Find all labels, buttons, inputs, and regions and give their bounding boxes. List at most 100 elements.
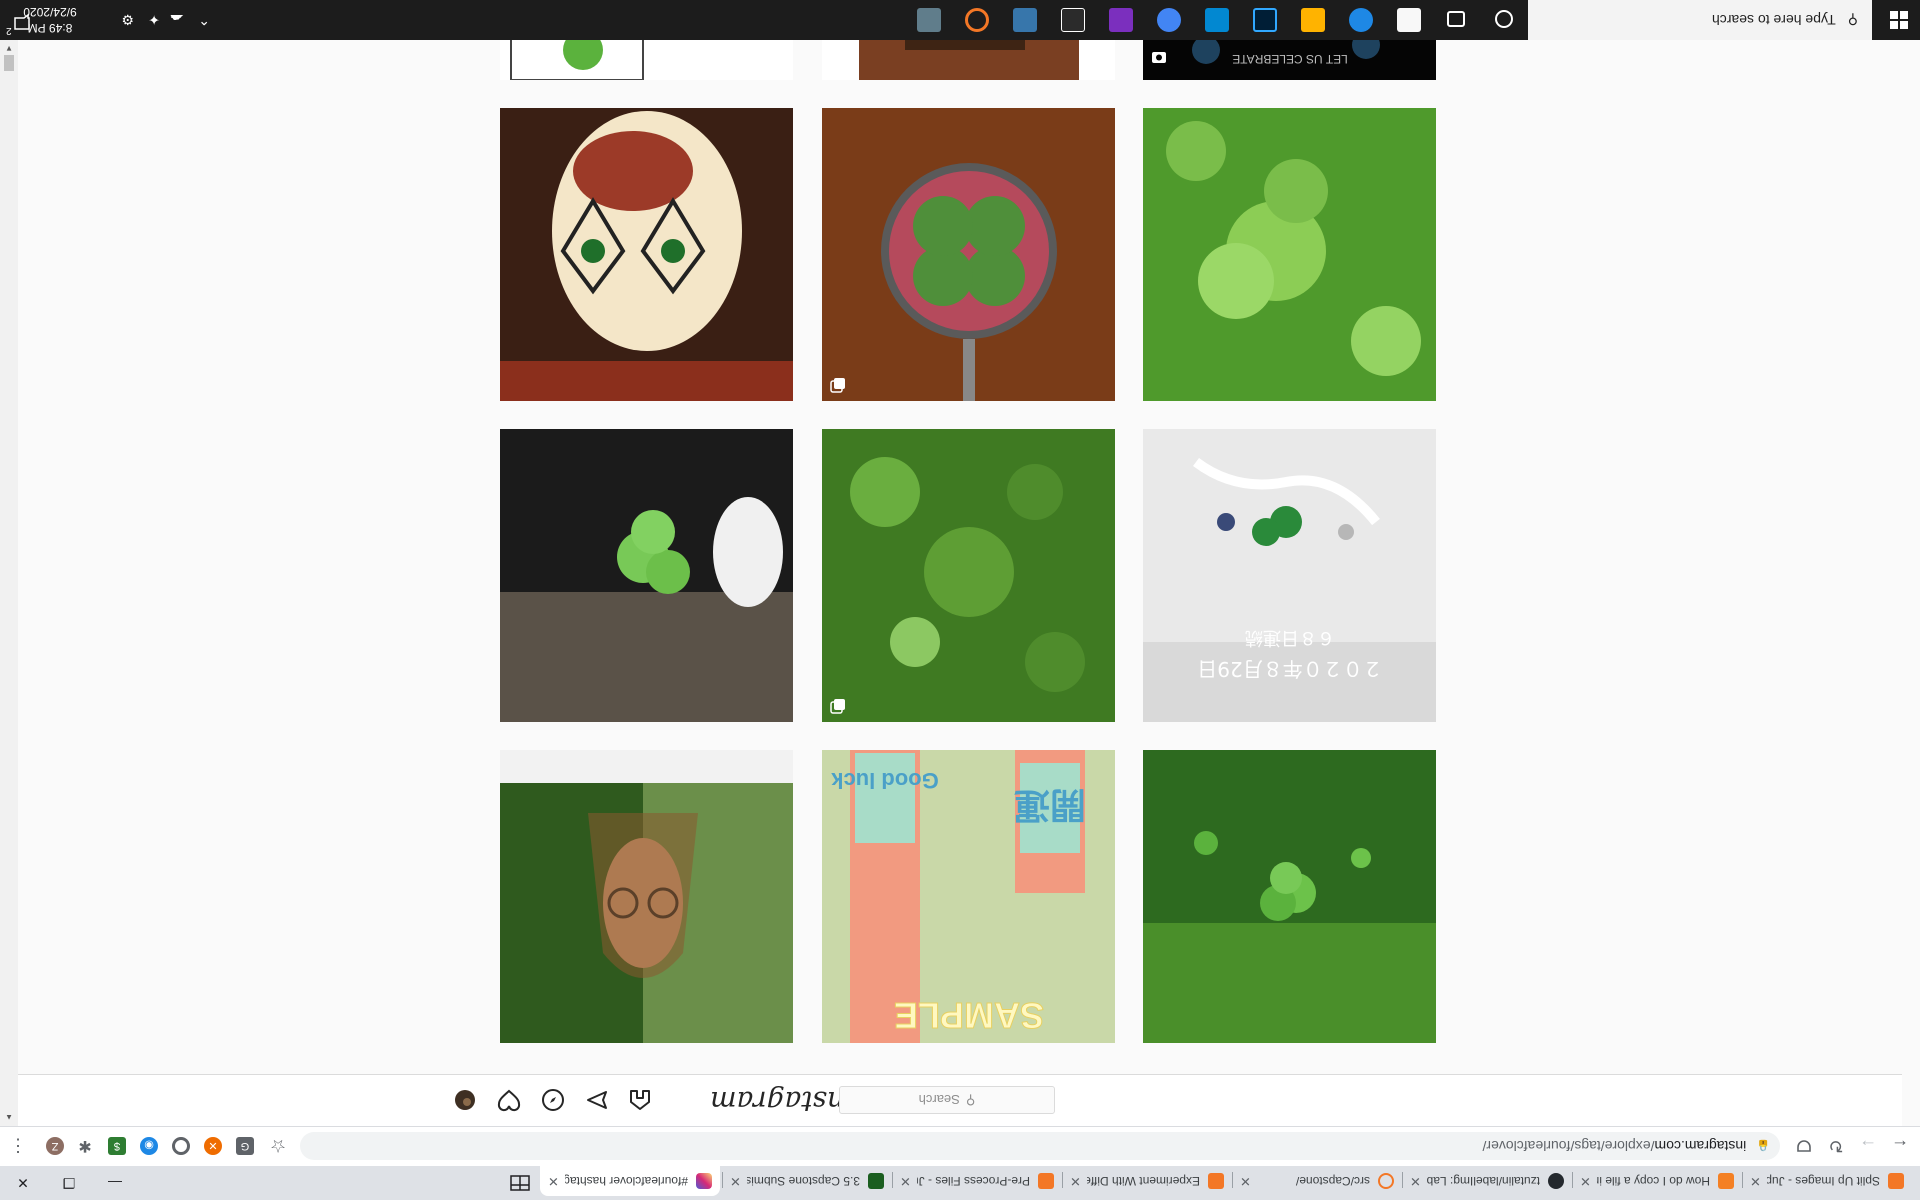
svg-text:Good luck: Good luck <box>830 768 938 793</box>
svg-text:６８日連続: ６８日連続 <box>1245 627 1335 648</box>
instagram-icon <box>696 1173 712 1189</box>
extension-g[interactable]: G <box>236 1137 254 1155</box>
svg-text:LET US CELEBRATE: LET US CELEBRATE <box>1232 52 1348 66</box>
video-icon <box>1151 50 1167 66</box>
close-icon[interactable]: ✕ <box>1750 1173 1761 1189</box>
task-view-icon[interactable] <box>1447 11 1465 27</box>
tab-fourleafclover[interactable]: #fourleafclover hashtag on ✕ <box>540 1166 720 1196</box>
minimize-button[interactable]: — <box>92 1166 138 1200</box>
windows-search-box[interactable]: ⚲ Type here to search <box>1528 0 1872 40</box>
extension-blue[interactable]: ◉ <box>140 1137 158 1155</box>
instagram-logo[interactable]: Instagram <box>710 1085 856 1118</box>
restore-button[interactable]: ❐ <box>46 1166 92 1200</box>
instagram-header: Instagram ⚲ Search <box>0 1074 1902 1126</box>
tab-copy-file-python[interactable]: How do I copy a file in Pyth ✕ <box>1572 1166 1742 1196</box>
tab-experiment[interactable]: Experiment With Different ✕ <box>1062 1166 1232 1196</box>
home-button[interactable] <box>627 1087 653 1113</box>
post-image <box>1143 108 1436 401</box>
lock-icon: 🔒 <box>1756 1139 1770 1152</box>
direct-button[interactable] <box>584 1087 610 1113</box>
kebab-menu-icon: ⋮ <box>9 1136 27 1157</box>
windows-logo-icon <box>1890 11 1908 29</box>
post-tile[interactable]: SAMPLE Good luck 開運 <box>822 750 1115 1043</box>
tab-labelimg[interactable]: tzutalin/labelImg: Label ✕ <box>1402 1166 1572 1196</box>
python-icon[interactable] <box>1013 8 1037 32</box>
explore-button[interactable] <box>540 1087 566 1113</box>
post-tile[interactable] <box>500 108 793 401</box>
mail-icon[interactable] <box>1205 8 1229 32</box>
post-tile[interactable] <box>500 750 793 1043</box>
post-image <box>822 108 1115 401</box>
search-icon: ⚲ <box>1847 12 1858 29</box>
post-tile[interactable] <box>822 429 1115 722</box>
address-bar[interactable]: 🔒 instagram.com/explore/tags/fourleafclo… <box>300 1132 1780 1160</box>
terminal-icon[interactable] <box>1061 8 1085 32</box>
chevron-up-icon[interactable]: ⌃ <box>198 11 210 28</box>
tab-src-capstone[interactable]: src/Capstone/ ✕ <box>1232 1166 1402 1196</box>
cortana-icon[interactable] <box>1495 10 1513 28</box>
tab-capstone-submission[interactable]: 3.5 Capstone Submission ✕ <box>722 1166 892 1196</box>
extension-dollar[interactable]: $ <box>108 1137 126 1155</box>
scroll-down-icon[interactable]: ▼ <box>5 44 13 53</box>
close-icon[interactable]: ✕ <box>1240 1173 1251 1189</box>
onenote-icon[interactable] <box>1109 8 1133 32</box>
reload-button[interactable]: ↻ <box>1822 1132 1850 1160</box>
send-icon <box>587 1091 607 1109</box>
post-tile[interactable] <box>822 108 1115 401</box>
app-icon-building[interactable] <box>917 8 941 32</box>
stackoverflow-icon <box>1718 1173 1734 1189</box>
notification-badge: 2 <box>6 25 12 36</box>
profile-avatar[interactable]: Z <box>46 1137 64 1155</box>
onedrive-icon[interactable]: ☁ <box>170 11 184 28</box>
post-image: SAMPLE Good luck 開運 <box>822 750 1115 1043</box>
start-button[interactable] <box>1890 6 1908 29</box>
bookmark-star-button[interactable]: ☆ <box>264 1132 292 1160</box>
tab-split-up-images[interactable]: Split Up Images - Jupyter N ✕ <box>1742 1166 1912 1196</box>
post-tile[interactable]: ２０２０年８月29日 ６８日連続 <box>1143 429 1436 722</box>
tab-pre-process-files[interactable]: Pre-Process Files - Jupyter ✕ <box>892 1166 1062 1196</box>
post-image: ２０２０年８月29日 ６８日連続 <box>1143 429 1436 722</box>
network-icon[interactable]: ⚙ <box>121 11 134 28</box>
app-icon-calendar[interactable] <box>1397 8 1421 32</box>
post-image <box>822 429 1115 722</box>
close-icon[interactable]: ✕ <box>548 1173 559 1189</box>
browser-tab-strip: Split Up Images - Jupyter N ✕ How do I c… <box>0 1166 1920 1200</box>
photoshop-icon[interactable] <box>1253 8 1277 32</box>
menu-button[interactable]: ⋮ <box>4 1132 32 1160</box>
chrome-icon[interactable] <box>1157 8 1181 32</box>
close-icon[interactable]: ✕ <box>900 1173 911 1189</box>
jupyter-icon <box>1038 1173 1054 1189</box>
close-window-button[interactable]: ✕ <box>0 1166 46 1200</box>
extension-x[interactable]: ✕ <box>204 1137 222 1155</box>
pocket-icon <box>1797 1140 1811 1152</box>
jupyter-icon[interactable] <box>965 8 989 32</box>
post-tile[interactable] <box>1143 750 1436 1043</box>
close-icon[interactable]: ✕ <box>1580 1173 1591 1189</box>
post-tile[interactable] <box>500 429 793 722</box>
activity-button[interactable] <box>496 1087 522 1113</box>
pocket-button[interactable] <box>1790 1132 1818 1160</box>
edge-icon[interactable] <box>1349 8 1373 32</box>
close-icon[interactable]: ✕ <box>1410 1173 1421 1189</box>
extension-circle[interactable] <box>172 1137 190 1155</box>
post-tile[interactable] <box>1143 108 1436 401</box>
dropbox-icon[interactable]: ✦ <box>148 11 160 28</box>
vertical-scrollbar[interactable]: ▲ ▼ <box>0 40 18 1126</box>
extensions-button[interactable]: ✱ <box>76 1137 94 1155</box>
new-tab-button[interactable] <box>500 1166 540 1200</box>
windows-taskbar: ⚲ Type here to search ⌃ ☁ ✦ ⚙ 8:49 PM 9/… <box>0 0 1920 40</box>
action-center-button[interactable]: 2 <box>6 8 32 36</box>
close-icon[interactable]: ✕ <box>730 1173 741 1189</box>
star-icon: ☆ <box>269 1136 287 1157</box>
forward-arrow-icon: → <box>1859 1136 1877 1157</box>
instagram-search-input[interactable]: ⚲ Search <box>839 1086 1055 1114</box>
scroll-thumb[interactable] <box>4 55 14 71</box>
file-explorer-icon[interactable] <box>1301 8 1325 32</box>
post-image <box>1143 750 1436 1043</box>
close-icon[interactable]: ✕ <box>1070 1173 1081 1189</box>
avatar <box>455 1090 475 1110</box>
back-button[interactable]: ← <box>1886 1132 1914 1160</box>
profile-button[interactable] <box>452 1087 478 1113</box>
forward-button[interactable]: → <box>1854 1132 1882 1160</box>
scroll-up-icon[interactable]: ▲ <box>5 1113 13 1122</box>
